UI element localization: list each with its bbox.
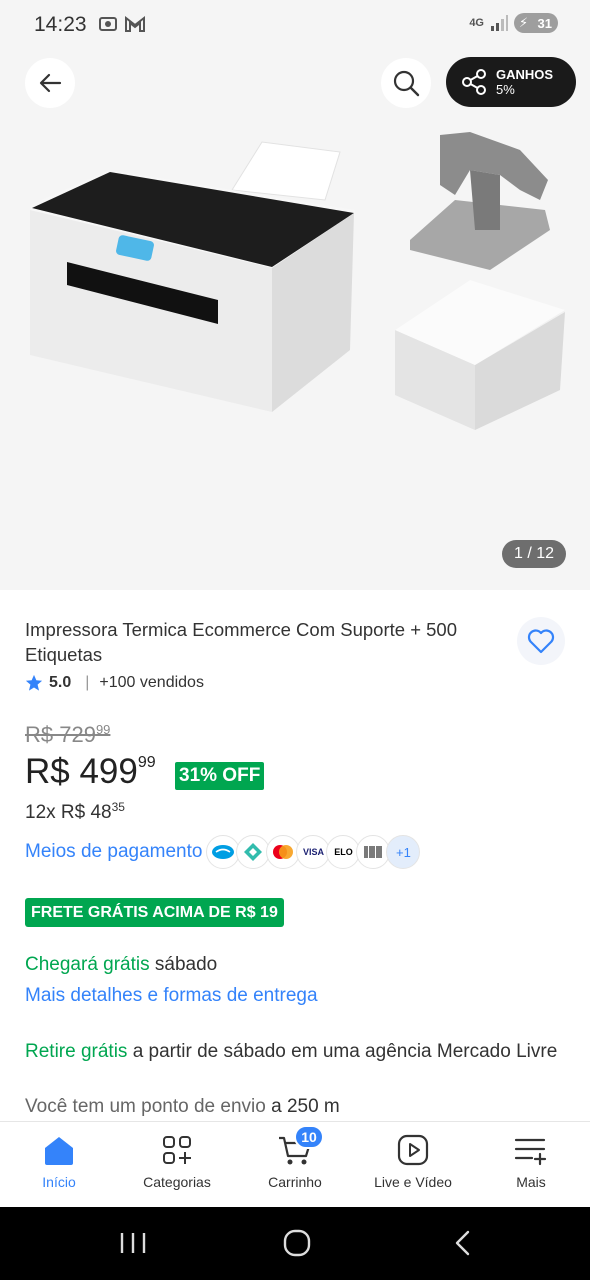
rating-row[interactable]: 5.0 | +100 vendidos (25, 674, 204, 692)
arrival-info: Chegará grátis sábado (25, 954, 217, 976)
free-shipping-badge: FRETE GRÁTIS ACIMA DE R$ 19 (25, 898, 284, 927)
status-time: 14:23 (34, 13, 87, 36)
signal-icon (491, 15, 508, 31)
shipping-point-info: Você tem um ponto de envio a 250 m (25, 1096, 340, 1118)
shipping-point-text: Você tem um ponto de envio (25, 1096, 266, 1117)
nav-home[interactable]: Início (0, 1122, 118, 1207)
android-navigation-bar (0, 1207, 590, 1280)
elo-label: ELO (334, 847, 353, 857)
back-system-button[interactable] (448, 1229, 478, 1262)
play-icon (397, 1134, 429, 1166)
recent-apps-icon (120, 1233, 146, 1253)
heart-icon (527, 629, 555, 654)
pix-icon (236, 835, 271, 869)
arrival-day: sábado (154, 954, 218, 975)
nav-more[interactable]: Mais (472, 1122, 590, 1207)
nav-cart[interactable]: 10 Carrinho (236, 1122, 354, 1207)
back-chevron-icon (455, 1230, 470, 1256)
menu-plus-icon (514, 1138, 547, 1166)
search-button[interactable] (381, 58, 431, 108)
price-cents: 99 (137, 754, 156, 771)
nav-more-label: Mais (516, 1174, 546, 1190)
home-system-button[interactable] (282, 1229, 312, 1262)
search-icon (393, 70, 420, 97)
favorite-button[interactable] (517, 617, 565, 665)
network-label: 4G (469, 17, 484, 29)
home-icon (45, 1137, 73, 1165)
nav-cart-label: Carrinho (268, 1174, 322, 1190)
product-gallery[interactable]: GANHOS 5% 1 / 12 (0, 50, 590, 590)
current-price: R$ 49999 (25, 752, 156, 792)
delivery-details-link[interactable]: Mais detalhes e formas de entrega (25, 985, 318, 1007)
payment-methods-row[interactable]: Meios de pagamento VISA ELO +1 (25, 835, 421, 869)
shipping-point-distance: a 250 m (271, 1096, 340, 1117)
installments: 12x R$ 4835 (25, 800, 125, 824)
notification-icons (98, 14, 146, 34)
nav-categories-label: Categorias (143, 1174, 211, 1190)
gmail-icon (125, 15, 145, 32)
share-icon (462, 69, 486, 95)
pickup-info: Retire grátis a partir de sábado em uma … (25, 1038, 570, 1066)
more-payment-methods[interactable]: +1 (386, 835, 421, 869)
pickup-highlight: Retire grátis (25, 1041, 128, 1062)
battery-level: 31 (537, 15, 552, 31)
arrival-highlight: Chegará grátis (25, 954, 150, 975)
share-earnings-button[interactable]: GANHOS 5% (446, 57, 576, 107)
product-image (30, 132, 565, 430)
categories-icon (163, 1136, 191, 1164)
payment-icons: VISA ELO +1 (206, 835, 421, 869)
nav-live-video[interactable]: Live e Vídeo (354, 1122, 472, 1207)
installments-cents: 35 (111, 800, 125, 814)
image-counter: 1 / 12 (501, 540, 566, 568)
visa-icon: VISA (296, 835, 331, 869)
mercado-pago-icon (206, 835, 241, 869)
boleto-icon (356, 835, 391, 869)
screenshot-icon (99, 17, 117, 31)
rating-value: 5.0 (49, 674, 72, 691)
charging-icon: ⚡ (519, 15, 529, 30)
bottom-navigation: Início Categorias 10 Carrinho Live e Víd… (0, 1121, 590, 1207)
payment-methods-link[interactable]: Meios de pagamento (25, 841, 202, 863)
discount-badge: 31% OFF (175, 762, 265, 790)
recent-apps-button[interactable] (118, 1229, 148, 1262)
visa-label: VISA (302, 847, 324, 857)
nav-live-video-label: Live e Vídeo (374, 1174, 452, 1190)
system-icons: 4G ⚡ 31 (469, 13, 558, 33)
back-button[interactable] (25, 58, 75, 108)
product-title: Impressora Termica Ecommerce Com Suporte… (25, 619, 458, 665)
share-percent: 5% (496, 82, 515, 97)
nav-home-label: Início (42, 1174, 76, 1190)
old-price-cents: 99 (95, 722, 111, 737)
pickup-text: a partir de sábado em uma agência Mercad… (132, 1041, 558, 1062)
price-main: R$ 499 (25, 752, 138, 791)
star-icon (25, 674, 43, 691)
rating-separator: | (85, 674, 90, 691)
home-circle-icon (283, 1229, 311, 1257)
status-bar: 14:23 4G ⚡ 31 (0, 0, 590, 50)
old-price-main: R$ 729 (25, 722, 96, 747)
nav-categories[interactable]: Categorias (118, 1122, 236, 1207)
installments-main: 12x R$ 48 (25, 802, 112, 823)
cart-badge: 10 (294, 1125, 324, 1149)
old-price: R$ 72999 (25, 722, 110, 748)
sold-count: +100 vendidos (99, 674, 204, 691)
mastercard-icon (266, 835, 301, 869)
back-arrow-icon (39, 73, 62, 93)
share-label: GANHOS 5% (496, 67, 553, 97)
share-title: GANHOS (496, 67, 554, 82)
battery-indicator: ⚡ 31 (514, 13, 558, 33)
elo-icon: ELO (326, 835, 361, 869)
